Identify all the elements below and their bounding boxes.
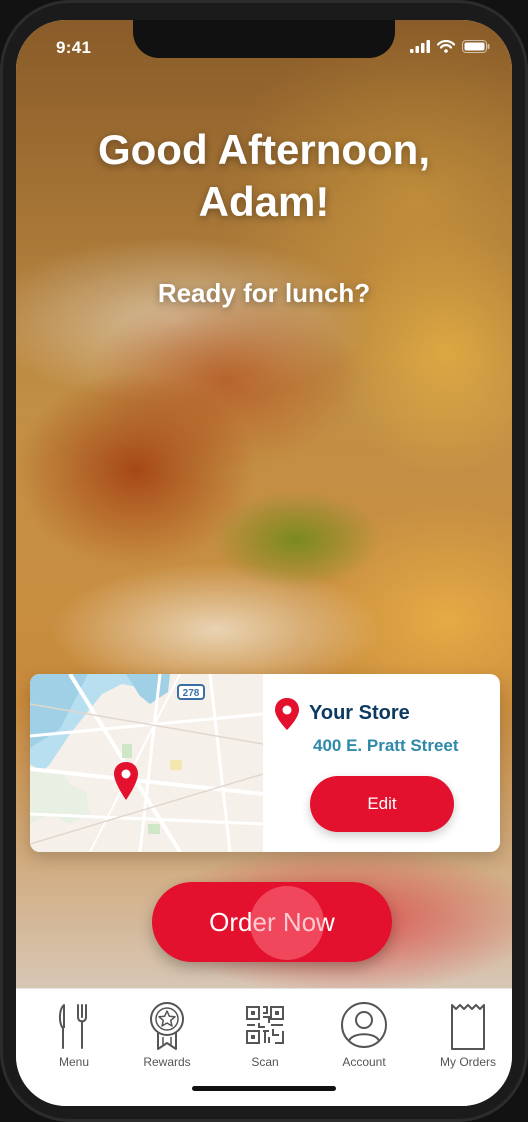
store-info: Your Store 400 E. Pratt Street Edit (263, 674, 500, 852)
home-indicator (192, 1086, 336, 1091)
greeting-subtitle: Ready for lunch? (157, 278, 371, 308)
order-now-label: Order Now (209, 906, 335, 937)
notch (133, 20, 395, 58)
tab-my-orders-label: My Orders (439, 1055, 496, 1069)
app-screen: 9:41 Good Afternoon, Adam! Ready for lun… (16, 20, 512, 1106)
edit-store-button[interactable]: Edit (310, 776, 454, 832)
status-icons (410, 40, 490, 53)
tab-account[interactable]: Account (316, 1001, 412, 1069)
wifi-icon (437, 40, 455, 53)
status-bar: 9:41 (16, 20, 512, 72)
qr-code-icon (246, 1006, 284, 1044)
tab-rewards[interactable]: Rewards (119, 1001, 215, 1069)
tab-my-orders[interactable]: My Orders (420, 1001, 512, 1069)
order-now-button[interactable]: Order Now (152, 882, 392, 962)
store-title: Your Store (309, 702, 410, 724)
tab-menu[interactable]: Menu (26, 1001, 122, 1069)
greeting-name: Adam! (198, 178, 330, 225)
store-address[interactable]: 400 E. Pratt Street (313, 736, 459, 756)
cellular-signal-icon (410, 40, 430, 53)
phone-frame: 9:41 Good Afternoon, Adam! Ready for lun… (0, 0, 528, 1122)
tab-scan[interactable]: Scan (217, 1001, 313, 1069)
status-time: 9:41 (56, 38, 92, 57)
location-pin-icon (275, 698, 299, 730)
store-card[interactable]: 278 Your Store 400 E. Pratt Street Edit (30, 674, 500, 852)
tab-menu-label: Menu (58, 1055, 90, 1069)
battery-icon (462, 40, 490, 53)
greeting-heading: Good Afternoon, Adam! (16, 124, 512, 228)
store-map[interactable]: 278 (30, 674, 263, 852)
star-badge-icon (150, 1002, 184, 1050)
bag-icon (451, 1004, 485, 1050)
greeting-line-1: Good Afternoon, (97, 126, 431, 173)
tab-scan-label: Scan (251, 1055, 279, 1069)
tab-account-label: Account (342, 1055, 386, 1069)
fork-knife-icon (58, 1004, 87, 1049)
map-route-label: 278 (183, 688, 200, 699)
tab-rewards-label: Rewards (143, 1055, 191, 1069)
user-circle-icon (341, 1002, 387, 1048)
